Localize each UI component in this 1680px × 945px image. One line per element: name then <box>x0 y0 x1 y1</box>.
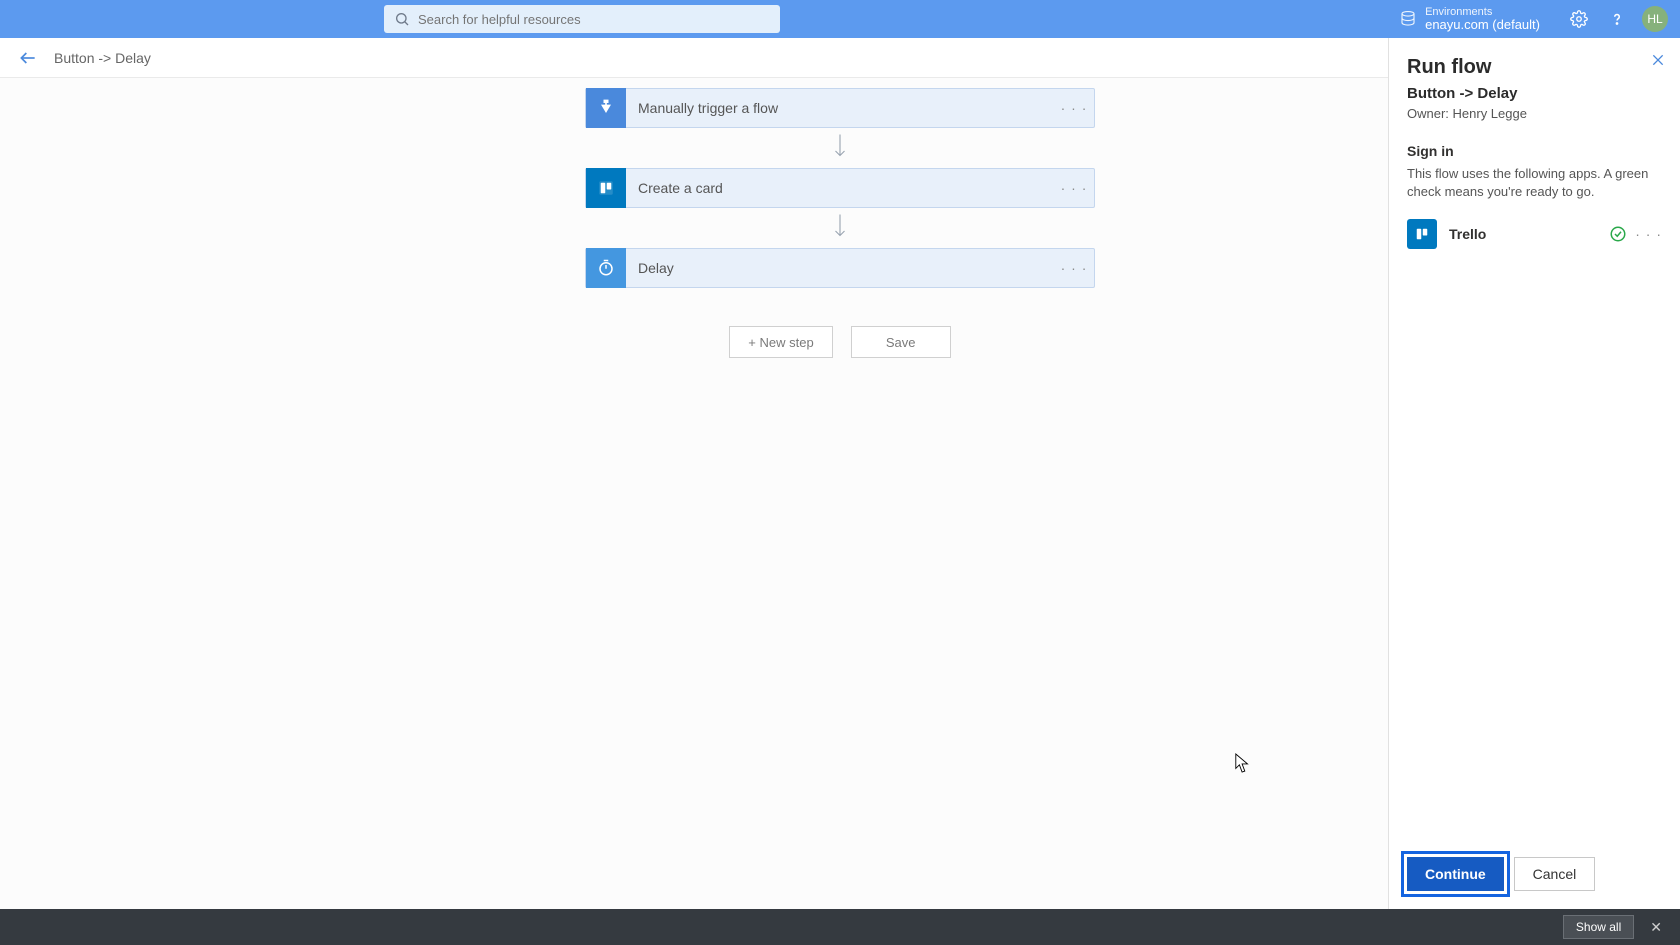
check-circle-icon <box>1609 225 1627 243</box>
bottom-notification-bar: Show all ✕ <box>0 909 1680 945</box>
flow-step-delay[interactable]: Delay · · · <box>585 248 1095 288</box>
continue-button[interactable]: Continue <box>1407 857 1504 891</box>
step-label: Manually trigger a flow <box>638 100 1054 116</box>
show-all-button[interactable]: Show all <box>1563 915 1634 939</box>
step-more-icon[interactable]: · · · <box>1054 100 1094 116</box>
trello-icon <box>1407 219 1437 249</box>
panel-subtitle: Button -> Delay <box>1407 85 1662 102</box>
save-button[interactable]: Save <box>851 326 951 358</box>
header-actions <box>1570 10 1626 28</box>
breadcrumb: Button -> Delay <box>54 50 151 66</box>
arrow-down-icon <box>831 128 849 168</box>
step-label: Delay <box>638 260 1054 276</box>
environment-name: enayu.com (default) <box>1425 18 1540 32</box>
run-flow-panel: Run flow Button -> Delay Owner: Henry Le… <box>1388 38 1680 909</box>
panel-owner: Owner: Henry Legge <box>1407 106 1662 121</box>
cancel-button[interactable]: Cancel <box>1514 857 1596 891</box>
connection-more-icon[interactable]: · · · <box>1635 226 1662 242</box>
step-more-icon[interactable]: · · · <box>1054 180 1094 196</box>
close-icon[interactable] <box>1650 52 1666 68</box>
flow-step-create-card[interactable]: Create a card · · · <box>585 168 1095 208</box>
avatar[interactable]: HL <box>1642 6 1668 32</box>
step-more-icon[interactable]: · · · <box>1054 260 1094 276</box>
close-icon[interactable]: ✕ <box>1644 919 1668 936</box>
new-step-button[interactable]: + New step <box>729 326 832 358</box>
search-icon <box>394 11 410 27</box>
database-icon <box>1399 10 1417 28</box>
timer-icon <box>586 248 626 288</box>
flow-step-trigger[interactable]: Manually trigger a flow · · · <box>585 88 1095 128</box>
arrow-down-icon <box>831 208 849 248</box>
settings-icon[interactable] <box>1570 10 1588 28</box>
trello-icon <box>586 168 626 208</box>
connection-name: Trello <box>1449 226 1609 242</box>
environment-label: Environments <box>1425 6 1540 18</box>
app-header: Environments enayu.com (default) HL <box>0 0 1680 38</box>
environment-picker[interactable]: Environments enayu.com (default) <box>1399 6 1540 32</box>
connection-row: Trello · · · <box>1407 219 1662 249</box>
signin-heading: Sign in <box>1407 143 1662 159</box>
signin-description: This flow uses the following apps. A gre… <box>1407 165 1662 201</box>
trigger-icon <box>586 88 626 128</box>
search-box[interactable] <box>384 5 780 33</box>
panel-title: Run flow <box>1407 56 1662 79</box>
search-input[interactable] <box>418 12 770 27</box>
step-label: Create a card <box>638 180 1054 196</box>
back-icon[interactable] <box>18 48 38 68</box>
help-icon[interactable] <box>1608 10 1626 28</box>
